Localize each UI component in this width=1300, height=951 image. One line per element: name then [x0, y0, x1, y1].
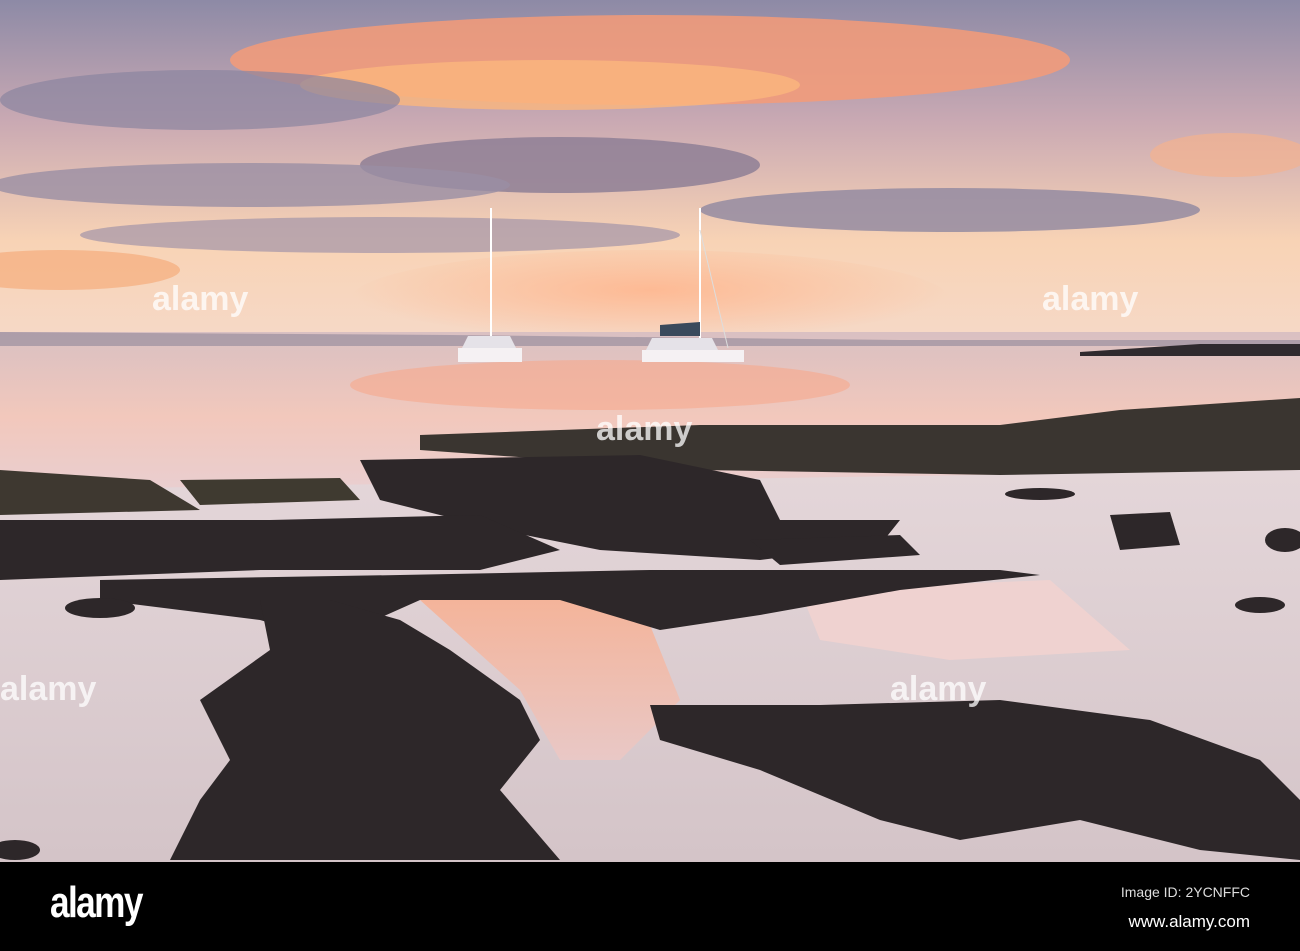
svg-text:alamy: alamy [1042, 280, 1138, 318]
sunset-beach-photo: alamy alamy alamy alamy alamy [0, 0, 1300, 862]
footer-bar: alamy Image ID: 2YCNFFC www.alamy.com [0, 862, 1300, 951]
svg-text:alamy: alamy [0, 670, 96, 708]
svg-text:alamy: alamy [890, 670, 986, 708]
website-link: www.alamy.com [1128, 912, 1250, 931]
alamy-logo: alamy [50, 878, 143, 927]
svg-text:alamy: alamy [596, 410, 692, 448]
image-id: Image ID: 2YCNFFC [1120, 884, 1250, 900]
svg-text:alamy: alamy [152, 280, 248, 318]
